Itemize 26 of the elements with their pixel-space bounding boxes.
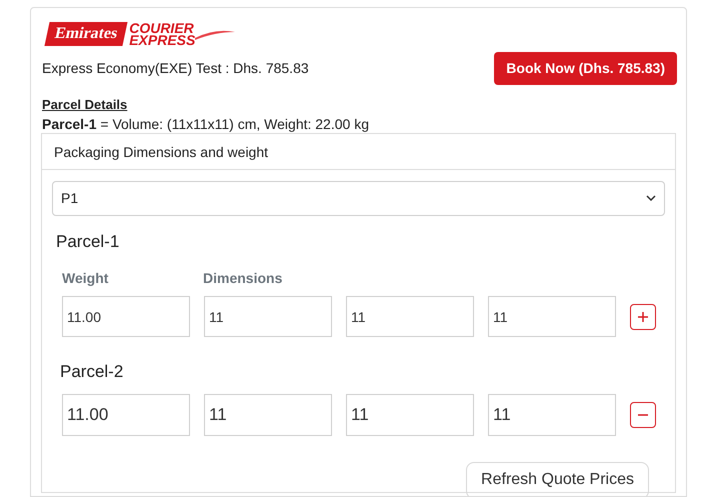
quote-text: Express Economy(EXE) Test : Dhs. 785.83 bbox=[42, 59, 309, 78]
parcel-summary: Parcel-1 = Volume: (11x11x11) cm, Weight: 22.00 kg bbox=[42, 114, 370, 132]
package-select[interactable]: P1 bbox=[52, 180, 665, 216]
plus-icon bbox=[637, 310, 649, 322]
parcel-title: Parcel-1 bbox=[56, 230, 120, 252]
field-label: Dimensions bbox=[203, 269, 282, 288]
section-heading: Parcel Details bbox=[42, 96, 128, 114]
parcel-title: Parcel-2 bbox=[60, 361, 124, 383]
dimension-field[interactable]: 11 bbox=[346, 296, 474, 337]
dimension-field[interactable]: 11 bbox=[204, 394, 332, 436]
book-now-button[interactable]: Book Now (Dhs. 785.83) bbox=[494, 52, 677, 85]
refresh-button[interactable]: Refresh Quote Prices bbox=[466, 462, 649, 496]
weight-field[interactable]: 11.00 bbox=[62, 296, 190, 337]
logo-brand: Emirates bbox=[44, 22, 128, 46]
add-button[interactable] bbox=[630, 304, 656, 330]
select-value: P1 bbox=[61, 188, 78, 208]
logo-text: EXPRESS bbox=[129, 34, 196, 46]
dimension-field[interactable]: 11 bbox=[346, 394, 474, 436]
dimension-field[interactable]: 11 bbox=[488, 296, 616, 337]
weight-field[interactable]: 11.00 bbox=[62, 394, 190, 436]
field-label: Weight bbox=[62, 269, 110, 288]
logo-text: COURIER bbox=[129, 22, 194, 34]
dimension-field[interactable]: 11 bbox=[204, 296, 332, 337]
chevron-icon bbox=[646, 195, 656, 201]
remove-button[interactable] bbox=[630, 402, 656, 428]
dimension-field[interactable]: 11 bbox=[488, 394, 616, 436]
